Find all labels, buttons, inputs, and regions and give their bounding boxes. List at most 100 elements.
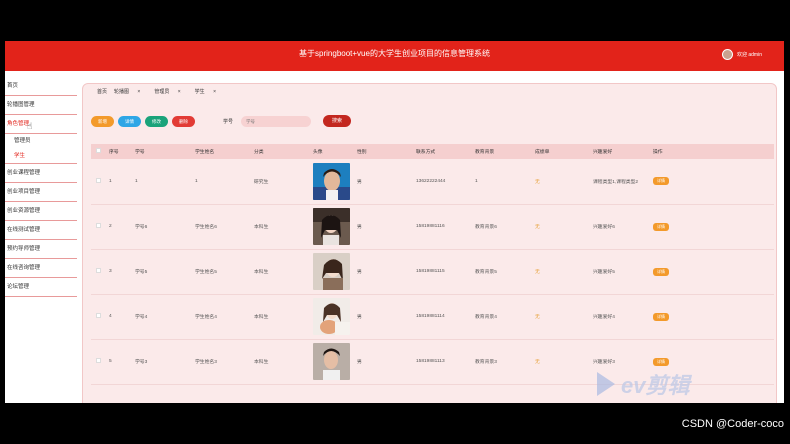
cell-name: 1 (195, 159, 254, 205)
cell-avatar (313, 249, 357, 295)
detail-row-button[interactable]: 详情 (653, 267, 669, 276)
row-checkbox[interactable] (91, 204, 109, 250)
main-panel: 首页 轮播图 × 管理员 × 学生 × 新增 详情 修改 删除 学号 搜索 序号… (82, 83, 777, 403)
sidebar-item-courses[interactable]: 创业课程管理 (5, 164, 77, 183)
system-title: 基于springboot+vue的大学生创业项目的信息管理系统 (299, 49, 490, 58)
cell-operation: 详情 (653, 249, 774, 295)
table-row[interactable]: 3 学号5 学生姓名5 本科生 男 15819881115 教育背景5 无 兴趣… (91, 249, 774, 295)
row-checkbox[interactable] (91, 249, 109, 295)
action-bar: 新增 详情 修改 删除 学号 搜索 (91, 115, 352, 127)
sidebar-item-consult[interactable]: 在线咨询管理 (5, 259, 77, 278)
table-header: 序号 学号 学生姓名 分类 头像 性别 联系方式 教育背景 成绩单 兴趣爱好 操… (91, 144, 774, 159)
hand-cursor-icon: ☝ (27, 121, 33, 131)
row-checkbox[interactable] (91, 294, 109, 340)
sidebar-item-forum[interactable]: 论坛管理 (5, 278, 77, 297)
cell-phone: 15819881113 (416, 339, 475, 385)
tab-carousel[interactable]: 轮播图 × (114, 88, 147, 95)
cell-category: 本科生 (254, 204, 313, 250)
cell-no: 5 (109, 339, 135, 385)
tab-home[interactable]: 首页 (97, 88, 107, 95)
detail-row-button[interactable]: 详情 (653, 222, 669, 231)
delete-button[interactable]: 删除 (172, 115, 195, 127)
col-phone: 联系方式 (416, 144, 475, 159)
sidebar-item-tests[interactable]: 在线测试管理 (5, 221, 77, 240)
watermark-text: ev剪辑 (621, 373, 690, 398)
cell-gender: 男 (357, 339, 416, 385)
cell-education: 教育背景6 (475, 204, 535, 250)
cell-no: 3 (109, 249, 135, 295)
search-button[interactable]: 搜索 (323, 115, 352, 127)
cell-grades[interactable]: 无 (535, 159, 593, 205)
search-input[interactable] (241, 115, 312, 127)
col-avatar: 头像 (313, 144, 357, 159)
cell-student-id: 学号6 (135, 204, 195, 250)
sidebar-item-home[interactable]: 首页 (5, 77, 77, 96)
cell-phone: 13622222444 (416, 159, 475, 205)
cell-education: 1 (475, 159, 535, 205)
cell-avatar (313, 339, 357, 385)
csdn-credit: CSDN @Coder-coco (681, 418, 784, 430)
cell-interests: 兴趣爱好6 (593, 204, 653, 250)
sidebar-item-carousel[interactable]: 轮播图管理 (5, 96, 77, 115)
col-gender: 性别 (357, 144, 416, 159)
cell-grades[interactable]: 无 (535, 204, 593, 250)
cell-education: 教育背景4 (475, 294, 535, 340)
cell-operation: 详情 (653, 294, 774, 340)
table-row[interactable]: 4 学号4 学生姓名4 本科生 男 15819881114 教育背景4 无 兴趣… (91, 294, 774, 340)
cell-gender: 男 (357, 294, 416, 340)
cell-student-id: 学号3 (135, 339, 195, 385)
app-window: 基于springboot+vue的大学生创业项目的信息管理系统 欢迎 admin… (5, 41, 784, 403)
user-menu[interactable]: 欢迎 admin (721, 49, 762, 60)
close-icon[interactable]: × (178, 89, 181, 95)
student-table: 序号 学号 学生姓名 分类 头像 性别 联系方式 教育背景 成绩单 兴趣爱好 操… (91, 144, 774, 385)
cell-category: 研究生 (254, 159, 313, 205)
cell-education: 教育背景3 (475, 339, 535, 385)
tab-label: 学生 (194, 89, 205, 95)
row-checkbox[interactable] (91, 159, 109, 205)
cell-no: 2 (109, 204, 135, 250)
cell-name: 学生姓名4 (195, 294, 254, 340)
detail-row-button[interactable]: 详情 (653, 177, 669, 186)
sidebar-subitem-admin[interactable]: 管理员 (5, 134, 77, 149)
cell-category: 本科生 (254, 294, 313, 340)
student-photo (313, 343, 350, 380)
cell-avatar (313, 294, 357, 340)
cell-phone: 15819881115 (416, 249, 475, 295)
tab-student[interactable]: 学生 × (195, 88, 223, 95)
cell-student-id: 学号4 (135, 294, 195, 340)
detail-row-button[interactable]: 详情 (653, 312, 669, 321)
col-category: 分类 (254, 144, 313, 159)
table-row[interactable]: 2 学号6 学生姓名6 本科生 男 15819881116 教育背景6 无 兴趣… (91, 204, 774, 250)
close-icon[interactable]: × (137, 89, 140, 95)
top-header: 基于springboot+vue的大学生创业项目的信息管理系统 欢迎 admin (5, 41, 784, 71)
cell-phone: 15819881114 (416, 294, 475, 340)
detail-row-button[interactable]: 详情 (653, 357, 669, 366)
sidebar-item-mentors[interactable]: 预约导师管理 (5, 240, 77, 259)
cell-grades[interactable]: 无 (535, 339, 593, 385)
cell-category: 本科生 (254, 249, 313, 295)
search-label: 学号 (223, 118, 234, 125)
select-all-checkbox[interactable] (91, 144, 109, 159)
col-no: 序号 (109, 144, 135, 159)
cell-operation: 详情 (653, 159, 774, 205)
sidebar-item-roles[interactable]: 角色管理 (5, 115, 77, 134)
sidebar-item-projects[interactable]: 创业项目管理 (5, 183, 77, 202)
table-row[interactable]: 1 1 1 研究生 男 13622222444 1 无 课程类型1,课程类型2 … (91, 159, 774, 205)
cell-student-id: 学号5 (135, 249, 195, 295)
cell-gender: 男 (357, 204, 416, 250)
edit-button[interactable]: 修改 (145, 115, 168, 127)
close-icon[interactable]: × (213, 89, 216, 95)
cell-grades[interactable]: 无 (535, 249, 593, 295)
detail-button[interactable]: 详情 (118, 115, 141, 127)
col-interests: 兴趣爱好 (593, 144, 653, 159)
cell-gender: 男 (357, 249, 416, 295)
cell-grades[interactable]: 无 (535, 294, 593, 340)
cell-avatar (313, 159, 357, 205)
row-checkbox[interactable] (91, 339, 109, 385)
student-photo (313, 208, 350, 245)
sidebar-item-resources[interactable]: 创业资源管理 (5, 202, 77, 221)
tab-admin[interactable]: 管理员 × (154, 88, 187, 95)
breadcrumb: 首页 轮播图 × 管理员 × 学生 × (97, 88, 230, 95)
sidebar-subitem-student[interactable]: 学生 (5, 149, 77, 164)
add-button[interactable]: 新增 (91, 115, 114, 127)
